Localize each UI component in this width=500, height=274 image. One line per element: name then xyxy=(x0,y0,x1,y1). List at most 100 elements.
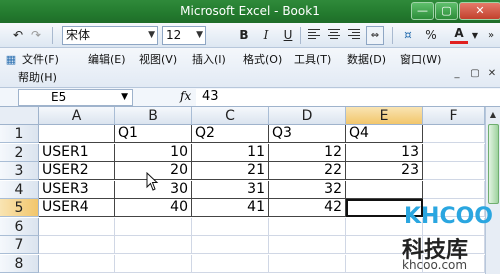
row-header-7[interactable]: 7 xyxy=(0,236,39,254)
excel-doc-icon[interactable]: ▦ xyxy=(4,50,18,69)
align-left-icon[interactable] xyxy=(308,29,320,41)
cell-d1[interactable]: Q3 xyxy=(269,125,346,143)
cell-d4[interactable]: 32 xyxy=(269,180,346,199)
row-header-5[interactable]: 5 xyxy=(0,199,39,217)
menu-help[interactable]: 帮助(H) xyxy=(18,69,57,85)
font-color-button[interactable]: A xyxy=(450,26,468,44)
cell-e2[interactable]: 13 xyxy=(346,143,423,162)
cell-d2[interactable]: 12 xyxy=(269,143,346,162)
cell-b7[interactable] xyxy=(115,236,192,254)
chevron-down-icon: ▼ xyxy=(121,92,128,102)
merge-center-icon[interactable]: ⇔ xyxy=(366,26,384,45)
cell-c2[interactable]: 11 xyxy=(192,143,269,162)
doc-close-icon[interactable]: ✕ xyxy=(485,68,499,82)
cell-f4[interactable] xyxy=(423,180,485,199)
row-header-3[interactable]: 3 xyxy=(0,162,39,180)
cell-c3[interactable]: 21 xyxy=(192,162,269,180)
cell-a1[interactable] xyxy=(39,125,115,143)
font-name-combo[interactable]: 宋体 ▼ xyxy=(62,26,158,45)
cell-b2[interactable]: 10 xyxy=(115,143,192,162)
toolbar-overflow-icon[interactable]: » xyxy=(484,26,498,45)
menu-edit[interactable]: 编辑(E) xyxy=(88,51,126,67)
cell-d8[interactable] xyxy=(269,254,346,273)
cell-e4[interactable] xyxy=(346,180,423,199)
column-header-f[interactable]: F xyxy=(423,107,485,125)
underline-button[interactable]: U xyxy=(280,26,296,45)
name-box[interactable]: E5 ▼ xyxy=(18,89,133,106)
column-header-a[interactable]: A xyxy=(39,107,115,125)
title-bar: Microsoft Excel - Book1 — ▢ ✕ xyxy=(0,0,500,23)
font-size-combo[interactable]: 12 ▼ xyxy=(162,26,206,45)
row-header-6[interactable]: 6 xyxy=(0,217,39,236)
redo-icon[interactable]: ↷ xyxy=(30,26,42,45)
menu-window[interactable]: 窗口(W) xyxy=(400,51,441,67)
formula-input[interactable]: 43 xyxy=(196,89,500,106)
menu-format[interactable]: 格式(O) xyxy=(243,51,282,67)
maximize-button[interactable]: ▢ xyxy=(435,2,458,20)
percent-button[interactable]: % xyxy=(424,26,438,45)
toolbar-separator xyxy=(52,27,53,44)
cell-c7[interactable] xyxy=(192,236,269,254)
doc-restore-icon[interactable]: ▢ xyxy=(468,68,482,82)
formatting-toolbar: ↶ ↷ 宋体 ▼ 12 ▼ B I U ⇔ ¤ % A ▼ » xyxy=(0,23,500,48)
scroll-up-icon[interactable]: ▲ xyxy=(486,107,500,123)
menu-data[interactable]: 数据(D) xyxy=(347,51,386,67)
italic-button[interactable]: I xyxy=(258,26,274,45)
insert-function-icon[interactable]: fx xyxy=(180,89,191,103)
column-header-b[interactable]: B xyxy=(115,107,192,125)
row-header-4[interactable]: 4 xyxy=(0,180,39,199)
cell-d6[interactable] xyxy=(269,217,346,236)
cell-a2[interactable]: USER1 xyxy=(39,143,115,162)
select-all-corner[interactable] xyxy=(0,107,39,125)
menu-tools[interactable]: 工具(T) xyxy=(294,51,331,67)
cell-a8[interactable] xyxy=(39,254,115,273)
cell-a6[interactable] xyxy=(39,217,115,236)
chevron-down-icon: ▼ xyxy=(196,30,203,40)
menu-file[interactable]: 文件(F) xyxy=(22,51,59,67)
cell-f1[interactable] xyxy=(423,125,485,143)
cell-e1[interactable]: Q4 xyxy=(346,125,423,143)
cell-d7[interactable] xyxy=(269,236,346,254)
excel-window: Microsoft Excel - Book1 — ▢ ✕ ↶ ↷ 宋体 ▼ 1… xyxy=(0,0,500,274)
toolbar-separator xyxy=(392,27,393,44)
formula-bar: E5 ▼ fx 43 xyxy=(0,88,500,107)
cell-a5[interactable]: USER4 xyxy=(39,199,115,217)
cell-c1[interactable]: Q2 xyxy=(192,125,269,143)
cell-f3[interactable] xyxy=(423,162,485,180)
cell-b5[interactable]: 40 xyxy=(115,199,192,217)
currency-icon[interactable]: ¤ xyxy=(398,26,418,45)
bold-button[interactable]: B xyxy=(236,26,252,45)
cell-b1[interactable]: Q1 xyxy=(115,125,192,143)
row-header-1[interactable]: 1 xyxy=(0,125,39,143)
cell-a7[interactable] xyxy=(39,236,115,254)
cell-c8[interactable] xyxy=(192,254,269,273)
cell-d5[interactable]: 42 xyxy=(269,199,346,217)
row-header-8[interactable]: 8 xyxy=(0,254,39,273)
name-box-value: E5 xyxy=(51,90,67,104)
undo-icon[interactable]: ↶ xyxy=(6,26,30,45)
doc-minimize-icon[interactable]: _ xyxy=(450,68,464,82)
cell-b6[interactable] xyxy=(115,217,192,236)
font-size-value: 12 xyxy=(166,28,182,42)
cell-a4[interactable]: USER3 xyxy=(39,180,115,199)
column-header-d[interactable]: D xyxy=(269,107,346,125)
align-center-icon[interactable] xyxy=(328,29,340,41)
cell-c5[interactable]: 41 xyxy=(192,199,269,217)
menu-insert[interactable]: 插入(I) xyxy=(192,51,226,67)
align-right-icon[interactable] xyxy=(348,29,360,41)
row-header-2[interactable]: 2 xyxy=(0,143,39,162)
cell-c6[interactable] xyxy=(192,217,269,236)
cell-e3[interactable]: 23 xyxy=(346,162,423,180)
chevron-down-icon[interactable]: ▼ xyxy=(470,26,480,45)
cell-c4[interactable]: 31 xyxy=(192,180,269,199)
cell-a3[interactable]: USER2 xyxy=(39,162,115,180)
column-header-c[interactable]: C xyxy=(192,107,269,125)
close-button[interactable]: ✕ xyxy=(459,2,500,20)
cell-b8[interactable] xyxy=(115,254,192,273)
scroll-thumb[interactable] xyxy=(488,124,499,204)
minimize-button[interactable]: — xyxy=(411,2,434,20)
column-header-e[interactable]: E xyxy=(346,107,423,125)
cell-d3[interactable]: 22 xyxy=(269,162,346,180)
cell-f2[interactable] xyxy=(423,143,485,162)
menu-view[interactable]: 视图(V) xyxy=(139,51,177,67)
